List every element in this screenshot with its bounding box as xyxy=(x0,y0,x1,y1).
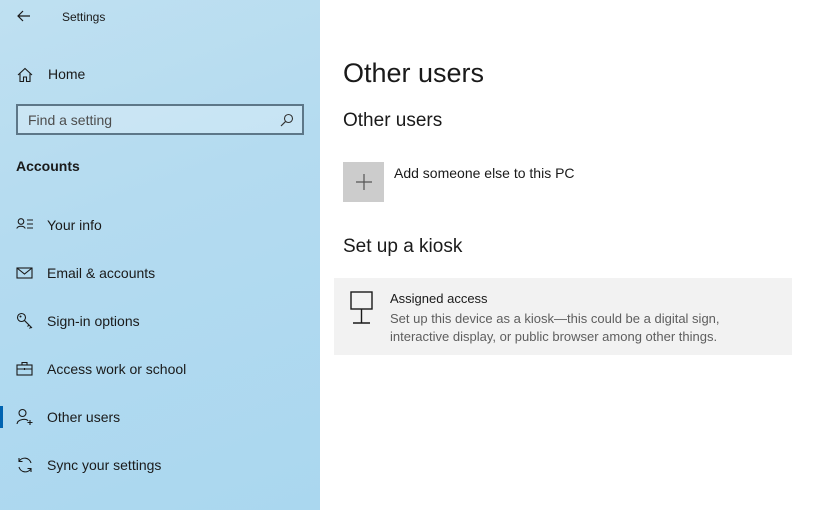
search-icon[interactable] xyxy=(280,113,294,127)
search-input[interactable] xyxy=(18,106,302,133)
sidebar-item-sign-in-options[interactable]: Sign-in options xyxy=(0,301,320,341)
other-users-heading: Other users xyxy=(343,110,443,131)
sidebar-item-sync-your-settings[interactable]: Sync your settings xyxy=(0,445,320,485)
main-content: Other users Other users Add someone else… xyxy=(320,0,818,510)
add-person-icon xyxy=(16,408,33,425)
back-button[interactable] xyxy=(10,4,38,28)
page-title: Other users xyxy=(343,58,485,88)
add-user-label: Add someone else to this PC xyxy=(394,165,575,181)
sidebar-item-label: Access work or school xyxy=(47,361,187,377)
sidebar-item-label: Sign-in options xyxy=(47,313,140,329)
search-box[interactable] xyxy=(16,104,304,135)
sidebar-item-access-work-or-school[interactable]: Access work or school xyxy=(0,349,320,389)
contact-info-icon xyxy=(16,218,33,229)
sync-icon xyxy=(18,457,32,473)
add-user-button[interactable]: Add someone else to this PC xyxy=(343,162,643,202)
sidebar-item-your-info[interactable]: Your info xyxy=(0,205,320,245)
plus-icon xyxy=(355,174,372,190)
sidebar-item-label: Email & accounts xyxy=(47,265,156,281)
key-icon xyxy=(16,312,33,329)
title-bar: Settings xyxy=(0,0,320,34)
sidebar-item-label: Other users xyxy=(47,409,121,425)
home-icon xyxy=(17,67,33,83)
sidebar-item-label: Your info xyxy=(47,217,102,233)
kiosk-icon xyxy=(350,291,373,324)
sidebar-item-other-users[interactable]: Other users xyxy=(0,397,320,437)
sidebar-item-email-accounts[interactable]: Email & accounts xyxy=(0,253,320,293)
mail-icon xyxy=(16,267,33,279)
sidebar-item-label: Home xyxy=(48,66,86,82)
sidebar-item-home[interactable]: Home xyxy=(0,60,320,88)
back-arrow-icon xyxy=(17,10,30,22)
kiosk-heading: Set up a kiosk xyxy=(343,236,463,257)
app-title: Settings xyxy=(62,10,106,24)
add-user-tile[interactable] xyxy=(343,162,384,202)
assigned-access-title: Assigned access xyxy=(390,291,488,306)
assigned-access-description: Set up this device as a kiosk—this could… xyxy=(390,311,720,344)
sidebar: Settings Home Accounts Your info Email &… xyxy=(0,0,320,510)
section-heading: Accounts xyxy=(16,158,80,174)
assigned-access-button[interactable]: Assigned access Set up this device as a … xyxy=(334,278,792,355)
sidebar-item-label: Sync your settings xyxy=(47,457,162,473)
briefcase-icon xyxy=(16,361,33,376)
